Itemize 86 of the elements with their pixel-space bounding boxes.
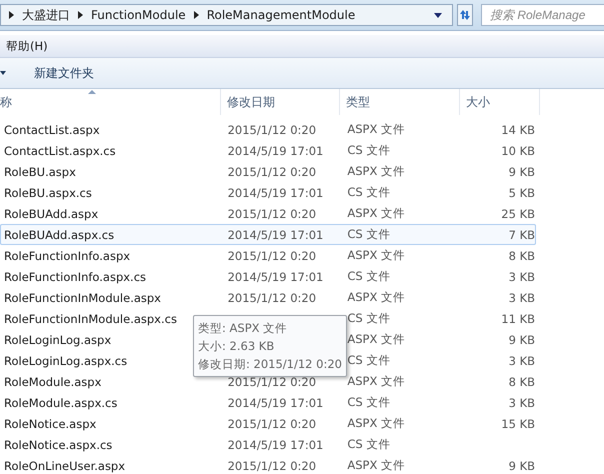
date-cell-text: 2015/1/12 0:20: [228, 248, 318, 262]
size-cell-text: 3 KB: [508, 396, 536, 410]
file-name[interactable]: RoleModule.aspx.cs: [4, 396, 118, 410]
date-cell-text: 2015/1/12 0:20: [228, 416, 318, 430]
size-cell-text: 14 KB: [500, 122, 536, 136]
file-name[interactable]: RoleModule.aspx: [4, 374, 102, 388]
size-cell-text: 15 KB: [500, 416, 536, 430]
tooltip-line: 类型: ASPX 文件: [198, 320, 288, 337]
file-name[interactable]: ContactList.aspx.cs: [4, 144, 116, 158]
column-header[interactable]: 修改日期: [221, 89, 340, 115]
type-cell-text: ASPX 文件: [347, 374, 406, 389]
date-cell-text: 2015/1/12 0:20: [228, 458, 318, 472]
type-cell-text: CS 文件: [347, 227, 392, 242]
type-cell-text: CS 文件: [347, 185, 392, 200]
chevron-icon: [9, 11, 14, 19]
refresh-icon: [458, 8, 472, 22]
size-cell-text: 8 KB: [508, 374, 536, 388]
breadcrumb-item[interactable]: 大盛进口: [22, 6, 70, 24]
chevron-icon: [194, 11, 199, 19]
file-name[interactable]: RoleOnLineUser.aspx: [4, 458, 126, 472]
date-cell-text: 2015/1/12 0:20: [228, 374, 318, 388]
size-cell-text: 3 KB: [508, 354, 536, 368]
file-name[interactable]: RoleBUAdd.aspx: [4, 206, 98, 220]
date-cell-text: 2014/5/19 17:01: [228, 396, 324, 410]
type-cell-text: CS 文件: [347, 143, 392, 158]
date-cell-text: 2015/1/12 0:20: [228, 164, 318, 178]
date-cell-text: 2014/5/19 17:01: [228, 228, 324, 242]
file-name[interactable]: RoleLoginLog.aspx: [4, 332, 112, 346]
column-header[interactable]: 类型: [340, 89, 460, 115]
type-cell-text: ASPX 文件: [347, 248, 406, 263]
search-field[interactable]: 搜索 RoleManage: [481, 4, 604, 26]
file-name[interactable]: RoleLoginLog.aspx.cs: [4, 354, 128, 368]
type-cell-text: ASPX 文件: [347, 206, 406, 221]
size-cell-text: 9 KB: [508, 458, 536, 472]
type-cell-text: ASPX 文件: [347, 290, 406, 305]
size-cell-text: 5 KB: [508, 186, 536, 200]
size-cell-text: 25 KB: [500, 206, 536, 220]
breadcrumb-item[interactable]: FunctionModule: [91, 8, 186, 22]
file-name[interactable]: RoleNotice.aspx.cs: [4, 438, 112, 452]
type-cell-text: ASPX 文件: [347, 416, 406, 431]
file-name[interactable]: RoleBU.aspx: [4, 164, 76, 178]
size-cell-text: 10 KB: [500, 144, 536, 158]
size-cell-text: 9 KB: [508, 164, 536, 178]
date-cell-text: 2014/5/19 17:01: [228, 144, 324, 158]
new-folder-button[interactable]: 新建文件夹: [30, 60, 98, 86]
date-cell-text: 2015/1/12 0:20: [228, 206, 318, 220]
size-cell-text: 7 KB: [508, 228, 536, 242]
chevron-icon: [78, 11, 83, 19]
breadcrumb-item[interactable]: RoleManagementModule: [206, 8, 356, 22]
column-header[interactable]: 大小: [460, 89, 540, 115]
type-cell-text: CS 文件: [347, 269, 392, 284]
type-cell-text: CS 文件: [347, 437, 392, 452]
file-name[interactable]: RoleBUAdd.aspx.cs: [4, 228, 114, 242]
date-cell-text: 2014/5/19 17:01: [228, 186, 324, 200]
type-cell-text: ASPX 文件: [347, 458, 406, 473]
size-cell-text: 3 KB: [508, 290, 536, 304]
file-name[interactable]: RoleFunctionInModule.aspx.cs: [4, 312, 177, 326]
file-name[interactable]: RoleFunctionInfo.aspx.cs: [4, 270, 146, 284]
address-bar[interactable]: 大盛进口 FunctionModule RoleManagementModule: [0, 4, 453, 26]
size-cell-text: 8 KB: [508, 248, 536, 262]
type-cell-text: CS 文件: [347, 353, 392, 368]
dropdown-icon[interactable]: [0, 71, 6, 75]
date-cell-text: 2014/5/19 17:01: [228, 270, 324, 284]
dropdown-icon[interactable]: [434, 12, 442, 18]
tooltip-line: 大小: 2.63 KB: [198, 338, 276, 355]
tooltip-line: 修改日期: 2015/1/12 0:20: [198, 356, 342, 373]
size-cell-text: 11 KB: [500, 312, 536, 326]
size-cell-text: 9 KB: [508, 332, 536, 346]
file-name[interactable]: RoleFunctionInfo.aspx: [4, 248, 130, 262]
file-name[interactable]: RoleNotice.aspx: [4, 416, 96, 430]
refresh-button[interactable]: [457, 4, 473, 26]
size-cell-text: 3 KB: [508, 270, 536, 284]
date-cell-text: 2015/1/12 0:20: [228, 290, 318, 304]
type-cell-text: CS 文件: [347, 395, 392, 410]
file-name[interactable]: RoleBU.aspx.cs: [4, 186, 92, 200]
type-cell-text: ASPX 文件: [347, 164, 406, 179]
sort-arrow-icon: [88, 90, 96, 94]
type-cell-text: ASPX 文件: [347, 332, 406, 347]
date-cell-text: 2015/1/12 0:20: [228, 122, 318, 136]
file-name[interactable]: RoleFunctionInModule.aspx: [4, 290, 161, 304]
menu-item[interactable]: 帮助(H): [6, 38, 48, 54]
date-cell-text: 2014/5/19 17:01: [228, 438, 324, 452]
file-name[interactable]: ContactList.aspx: [4, 122, 100, 136]
selected-row[interactable]: RoleBUAdd.aspx.cs 2014/5/19 17:01 CS 文件 7 KB: [0, 224, 536, 245]
type-cell-text: CS 文件: [347, 311, 392, 326]
type-cell-text: ASPX 文件: [347, 122, 406, 137]
